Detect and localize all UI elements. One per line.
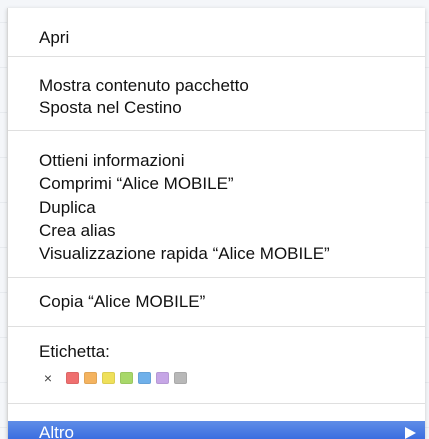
- menu-item-make-alias[interactable]: Crea alias: [39, 219, 116, 243]
- yellow-label-swatch[interactable]: [102, 372, 115, 384]
- label-color-row: ×: [39, 369, 187, 387]
- menu-item-more-highlight[interactable]: Altro: [8, 421, 425, 439]
- context-menu: Apri Mostra contenuto pacchetto Sposta n…: [7, 8, 425, 439]
- clear-label-icon[interactable]: ×: [39, 369, 57, 387]
- menu-separator: [8, 277, 425, 278]
- menu-item-duplicate[interactable]: Duplica: [39, 196, 96, 220]
- orange-label-swatch[interactable]: [84, 372, 97, 384]
- menu-item-open[interactable]: Apri: [39, 26, 69, 50]
- blue-label-swatch[interactable]: [138, 372, 151, 384]
- menu-item-quick-look[interactable]: Visualizzazione rapida “Alice MOBILE”: [39, 242, 330, 266]
- red-label-swatch[interactable]: [66, 372, 79, 384]
- menu-item-get-info[interactable]: Ottieni informazioni: [39, 149, 185, 173]
- menu-item-copy[interactable]: Copia “Alice MOBILE”: [39, 290, 205, 314]
- menu-separator: [8, 403, 425, 404]
- right-arrow-icon: [405, 427, 416, 439]
- purple-label-swatch[interactable]: [156, 372, 169, 384]
- menu-item-label-heading: Etichetta:: [39, 342, 110, 361]
- green-label-swatch[interactable]: [120, 372, 133, 384]
- menu-item-move-to-trash[interactable]: Sposta nel Cestino: [39, 96, 182, 120]
- menu-separator: [8, 130, 425, 131]
- menu-separator: [8, 56, 425, 57]
- menu-item-compress[interactable]: Comprimi “Alice MOBILE”: [39, 172, 234, 196]
- menu-item-more[interactable]: Altro: [39, 421, 74, 439]
- gray-label-swatch[interactable]: [174, 372, 187, 384]
- menu-item-show-package-contents[interactable]: Mostra contenuto pacchetto: [39, 74, 249, 98]
- menu-separator: [8, 326, 425, 327]
